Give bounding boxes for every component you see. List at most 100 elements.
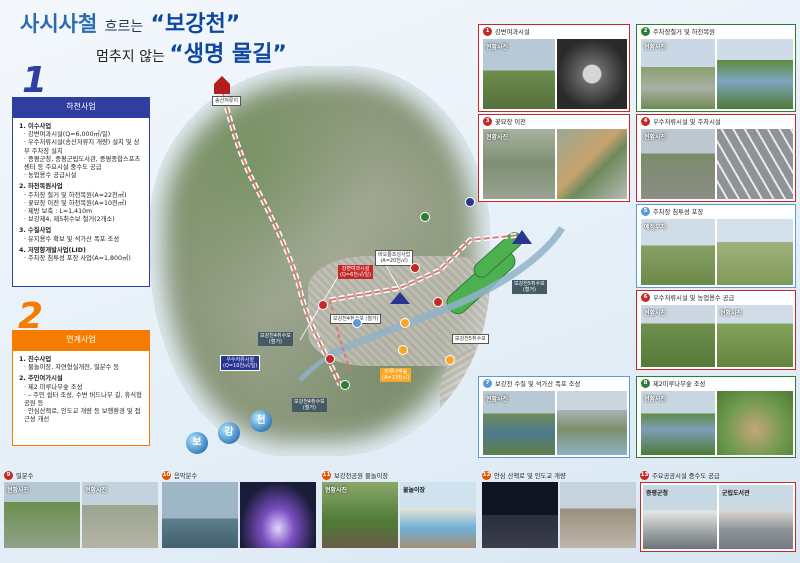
- card-number: 8: [641, 379, 650, 388]
- card-title: 제2미루나무숲 조성: [653, 381, 706, 388]
- photo-card-3: 3 꽃묘장 이전 현황사진: [478, 114, 630, 202]
- card-title: 주요공공시설 중수도 공급: [652, 473, 720, 480]
- card-number: 13: [640, 471, 649, 480]
- map-marker-red[interactable]: [433, 297, 443, 307]
- card-number: 7: [483, 379, 492, 388]
- map-marker-green[interactable]: [340, 380, 350, 390]
- photo: 현황사진: [641, 391, 715, 455]
- card-caption: 1 강변여과시설: [483, 27, 530, 36]
- photo: [482, 482, 558, 548]
- photo: 현황사진: [483, 39, 555, 109]
- list-item: 물놀이장, 자연형실개천, 밀분수 등: [24, 364, 143, 372]
- group-title: 2. 하천복원사업: [19, 183, 63, 191]
- map-marker-green[interactable]: [420, 212, 430, 222]
- group-title: 4. 저영향개발사업(LID): [19, 246, 86, 254]
- card-caption: 6 우수저류시설 및 농업용수 공급: [641, 293, 734, 302]
- card-title: 밀분수: [16, 473, 34, 480]
- card-caption: 9 밀분수: [4, 471, 33, 480]
- list-item: 제방 보축 : L=1,410m: [24, 208, 143, 216]
- card-number: 2: [641, 27, 650, 36]
- photo: 예정부지: [641, 219, 715, 285]
- card-title: 보강천 수질 및 석가산 폭포 조성: [495, 381, 581, 388]
- card-title: 꽃묘장 이전: [495, 119, 526, 126]
- s1-group-1: 1. 이수사업 강변여과시설(Q=6,000㎥/일) 우수저류시설(송산저류지 …: [19, 123, 143, 180]
- map-marker-blue[interactable]: [352, 318, 362, 328]
- card-caption: 2 주차장철거 및 하천복원: [641, 27, 715, 36]
- card-number: 3: [483, 117, 492, 126]
- photo-label: 현황사진: [486, 134, 509, 141]
- photo: [557, 129, 627, 199]
- photo: 현황사진: [82, 482, 158, 548]
- card-number: 6: [641, 293, 650, 302]
- card-caption: 3 꽃묘장 이전: [483, 117, 526, 126]
- photo-label: 증평군청: [646, 490, 669, 497]
- photo-card-13: 증평군청 군립도서관: [640, 482, 796, 552]
- photo: [717, 391, 793, 455]
- card-caption: 4 우수저류시설 및 주차시설: [641, 117, 721, 126]
- photo: [557, 391, 627, 455]
- photo: 현황사진: [483, 391, 555, 455]
- card-caption: 13 주요공공시설 중수도 공급: [640, 471, 720, 480]
- card-title: 우수저류시설 및 주차시설: [653, 119, 721, 126]
- photo-card-1: 1 강변여과시설 현황사진: [478, 24, 630, 112]
- photo-label: 현황사진: [486, 44, 509, 51]
- card-number: 12: [482, 471, 491, 480]
- photo-label: 현황사진: [85, 487, 108, 494]
- card-title: 우수저류시설 및 농업용수 공급: [653, 295, 735, 302]
- photo-card-5: 5 주차장 침투성 포장 예정부지: [636, 204, 796, 288]
- list-item: 꽃묘장 이전 및 하천복원(A=10천㎡): [24, 200, 143, 208]
- photo: 현황사진: [641, 129, 715, 199]
- map-marker-red[interactable]: [318, 300, 328, 310]
- list-item: 농업용수 공급시설: [24, 172, 143, 180]
- photo: [560, 482, 636, 548]
- photo-label: 현황사진: [325, 487, 348, 494]
- card-title: 주차장 침투성 포장: [653, 209, 704, 216]
- main-title: 사시사철 흐르는 “보강천”: [20, 6, 240, 38]
- list-item: 우수저류시설(송산저류지 개량) 설치 및 상부 주차장 설치: [24, 139, 143, 155]
- photo-card-8: 8 제2미루나무숲 조성 현황사진: [636, 376, 796, 458]
- card-number: 4: [641, 117, 650, 126]
- photo-label: 현황사진: [644, 310, 667, 317]
- photo: 현황사진: [641, 39, 715, 109]
- photo: 물놀이장: [400, 482, 476, 548]
- map-marker-orange[interactable]: [445, 355, 455, 365]
- photo: 현황사진: [4, 482, 80, 548]
- title-highlight: “보강천”: [150, 12, 241, 37]
- group-title: 1. 이수사업: [19, 123, 52, 130]
- card-caption: 10 음악분수: [162, 471, 197, 480]
- card-caption: 5 주차장 침투성 포장: [641, 207, 703, 216]
- photo: [717, 219, 793, 285]
- map-marker-navy[interactable]: [465, 197, 475, 207]
- map-label-top: 송산저류지: [212, 96, 242, 106]
- photo: [162, 482, 238, 548]
- card-number: 11: [322, 471, 331, 480]
- photo: 현황사진: [322, 482, 398, 548]
- s2-group-1: 1. 친수사업 물놀이장, 자연형실개천, 밀분수 등: [19, 356, 143, 372]
- s1-group-2: 2. 하천복원사업 주차장 철거 및 하천복원(A=22천㎡) 꽃묘장 이전 및…: [19, 183, 143, 224]
- map-marker-orange[interactable]: [400, 318, 410, 328]
- photo-label: 물놀이장: [403, 487, 426, 494]
- photo: [240, 482, 316, 548]
- section1-panel: 1. 이수사업 강변여과시설(Q=6,000㎥/일) 우수저류시설(송산저류지 …: [12, 117, 150, 287]
- map-marker-red[interactable]: [410, 263, 420, 273]
- photo-label: 현황사진: [644, 134, 667, 141]
- river-name-ball: 보: [186, 432, 208, 454]
- photo-label: 예정부지: [644, 224, 667, 231]
- group-title: 2. 주민여가시설: [19, 375, 63, 383]
- card-title: 안심 산책로 및 인도교 개량: [494, 473, 566, 480]
- photo-card-4: 4 우수저류시설 및 주차시설 현황사진: [636, 114, 796, 202]
- section2-heading: 연계사업: [12, 330, 150, 350]
- card-caption: 12 안심 산책로 및 인도교 개량: [482, 471, 566, 480]
- photo-label: 현황사진: [720, 310, 743, 317]
- card-title: 보강천공원 물놀이장: [334, 473, 389, 480]
- map-label-weir5: 보강천5취수보: [452, 334, 489, 344]
- photo: 증평군청: [643, 485, 717, 549]
- photo-card-7: 7 보강천 수질 및 석가산 폭포 조성 현황사진: [478, 376, 630, 458]
- list-item: 주차장 철거 및 하천복원(A=22천㎡): [24, 192, 143, 200]
- map-marker-red[interactable]: [325, 354, 335, 364]
- list-item: – 주민 쉼터 조성, 수변 버드나무 길, 휴식형 공원 등: [24, 392, 143, 408]
- sub-title: 멈추지 않는 “생명 물길”: [96, 36, 287, 68]
- map-marker-orange[interactable]: [398, 345, 408, 355]
- section2-panel: 1. 친수사업 물놀이장, 자연형실개천, 밀분수 등 2. 주민여가시설 제2…: [12, 350, 150, 446]
- photo: [717, 39, 793, 109]
